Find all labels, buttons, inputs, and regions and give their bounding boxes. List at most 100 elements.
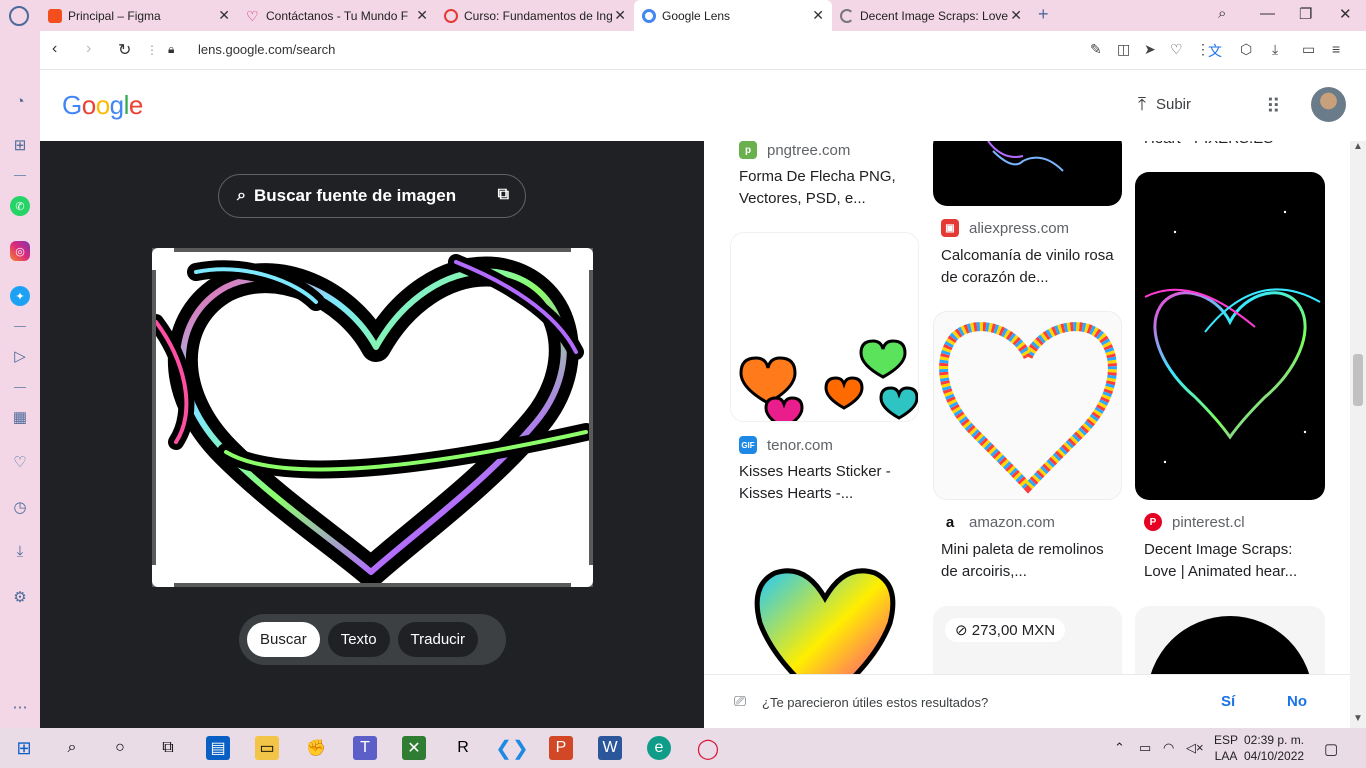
windows-start-icon[interactable]: ⊞ [12,736,36,760]
apps-grid-icon[interactable]: ⠿ [1266,94,1281,119]
close-tab-icon[interactable]: ✕ [614,8,626,22]
wifi-icon[interactable]: ◠ [1163,740,1174,756]
downloads-icon[interactable]: ⤓ [10,541,30,561]
game-icon[interactable]: ✊ [304,736,328,760]
crop-handle-top-left[interactable] [152,248,174,270]
crop-handle-bottom-left[interactable] [152,565,174,587]
word-icon[interactable]: W [598,736,622,760]
scroll-down-icon[interactable]: ▼ [1353,713,1363,724]
result-source[interactable]: a amazon.com [941,513,1055,531]
mode-search-button[interactable]: Buscar [247,622,320,657]
download-icon[interactable]: ⤓ [1272,41,1278,58]
forward-icon[interactable]: › [86,40,91,58]
edge-icon[interactable]: e [647,736,671,760]
tab-curso[interactable]: Curso: Fundamentos de Ing ✕ [436,0,634,31]
result-title[interactable]: Calcomanía de vinilo rosa de corazón de.… [941,245,1121,289]
result-title[interactable]: Forma De Flecha PNG, Vectores, PSD, e... [739,166,919,210]
bookmark-heart-icon[interactable]: ♡ [1170,41,1183,58]
store-icon[interactable]: ▤ [206,736,230,760]
result-image-amazon[interactable] [933,311,1122,500]
scrollbar-thumb[interactable] [1353,354,1363,406]
new-tab-icon[interactable]: + [1038,4,1049,25]
mode-text-button[interactable]: Texto [327,622,390,657]
translate-icon[interactable]: 文 [1208,41,1222,61]
workspaces-icon[interactable]: ▦ [10,407,30,427]
cortana-icon[interactable]: ○ [108,736,132,760]
battery-icon[interactable]: ▭ [1139,740,1151,756]
search-icon[interactable]: ⌕ [60,736,84,760]
scroll-up-icon[interactable]: ▲ [1353,141,1363,152]
url-field[interactable]: lens.google.com/search [198,42,335,57]
more-dots-icon[interactable]: ⋮ [146,43,158,57]
camera-icon[interactable]: ◫ [1117,41,1130,58]
result-source[interactable]: P pinterest.cl [1144,513,1245,531]
task-view-icon[interactable]: ⧉ [156,736,180,760]
result-image-tenor[interactable] [730,232,919,422]
briefcase-icon[interactable]: ⊞ [10,135,30,155]
powerpoint-icon[interactable]: P [549,736,573,760]
result-title[interactable]: Mini paleta de remolinos de arcoiris,... [941,539,1121,583]
result-image-aliexpress[interactable] [933,141,1122,206]
scrollbar[interactable]: ▲ ▼ [1350,141,1366,728]
result-source[interactable]: p pngtree.com [739,141,850,159]
close-tab-icon[interactable]: ✕ [1010,8,1022,22]
tab-contactanos[interactable]: ♡ Contáctanos - Tu Mundo F ✕ [238,0,436,31]
result-image-product[interactable]: ⊘ 273,00 MXN [933,606,1122,674]
volume-icon[interactable]: ◁× [1186,740,1204,756]
reload-icon[interactable]: ↻ [118,40,131,60]
bookmarks-heart-icon[interactable]: ♡ [10,452,30,472]
result-image-pinterest[interactable] [1135,172,1325,500]
crop-handle-top-right[interactable] [571,248,593,270]
extensions-cube-icon[interactable]: ⬡ [1240,41,1252,58]
close-window-icon[interactable]: ✕ [1339,5,1352,23]
opera-menu-icon[interactable] [9,6,29,26]
result-title[interactable]: Decent Image Scraps: Love | Animated hea… [1144,539,1324,583]
opera-icon[interactable]: ◯ [696,736,720,760]
back-icon[interactable]: ‹ [52,40,57,58]
clock[interactable]: 02:39 p. m. 04/10/2022 [1244,732,1304,764]
tab-decent-image[interactable]: Decent Image Scraps: Love ✕ [832,0,1030,31]
result-title[interactable]: Kisses Hearts Sticker - Kisses Hearts -.… [739,461,919,505]
teams-icon[interactable]: T [353,736,377,760]
avatar[interactable] [1311,87,1346,122]
minimize-icon[interactable]: — [1260,5,1275,22]
result-image-dark-circle[interactable] [1135,606,1325,674]
tab-google-lens[interactable]: Google Lens ✕ [634,0,832,31]
feedback-yes-button[interactable]: Sí [1221,693,1235,710]
result-title[interactable]: Heart - PIXERS.ES [1144,141,1324,150]
r-studio-icon[interactable]: R [451,736,475,760]
whatsapp-icon[interactable]: ✆ [10,196,30,216]
snapshot-icon[interactable]: ✎ [1090,41,1102,58]
close-tab-icon[interactable]: ✕ [218,8,230,22]
tray-expand-icon[interactable]: ⌃ [1114,740,1125,756]
language-indicator[interactable]: ESP LAA [1214,732,1238,764]
query-image[interactable] [148,248,595,587]
settings-gear-icon[interactable]: ⚙ [10,587,30,607]
instagram-icon[interactable]: ◎ [10,241,30,261]
twitter-icon[interactable]: ✦ [10,286,30,306]
close-tab-icon[interactable]: ✕ [812,8,824,22]
result-source[interactable]: GIF tenor.com [739,436,833,454]
player-icon[interactable]: ▷ [10,346,30,366]
mode-translate-button[interactable]: Traducir [397,622,479,657]
search-tabs-icon[interactable]: ⌕ [1218,5,1226,22]
notifications-icon[interactable]: ▢ [1324,740,1338,758]
battery-saver-icon[interactable]: ▭ [1302,41,1315,58]
upload-button[interactable]: ⤒ Subir [1138,94,1191,115]
close-tab-icon[interactable]: ✕ [416,8,428,22]
more-options-icon[interactable]: ⋯ [10,697,30,717]
google-logo[interactable]: Google [62,90,143,121]
vscode-icon[interactable]: ❮❯ [495,736,529,760]
app-icon[interactable]: ✕ [402,736,426,760]
result-source[interactable]: ▣ aliexpress.com [941,219,1069,237]
maximize-icon[interactable]: ❐ [1299,5,1312,23]
feedback-no-button[interactable]: No [1287,693,1307,710]
send-icon[interactable]: ➤ [1144,41,1156,58]
speed-dial-icon[interactable]: ◔ [10,91,30,111]
find-image-source-button[interactable]: ⌕ Buscar fuente de imagen ⧉ [218,174,526,218]
file-explorer-icon[interactable]: ▭ [255,736,279,760]
easy-setup-icon[interactable]: ≡ [1332,41,1340,57]
crop-handle-bottom-right[interactable] [571,565,593,587]
result-image-rainbow-heart[interactable] [730,528,919,674]
tab-figma[interactable]: Principal – Figma ✕ [40,0,238,31]
